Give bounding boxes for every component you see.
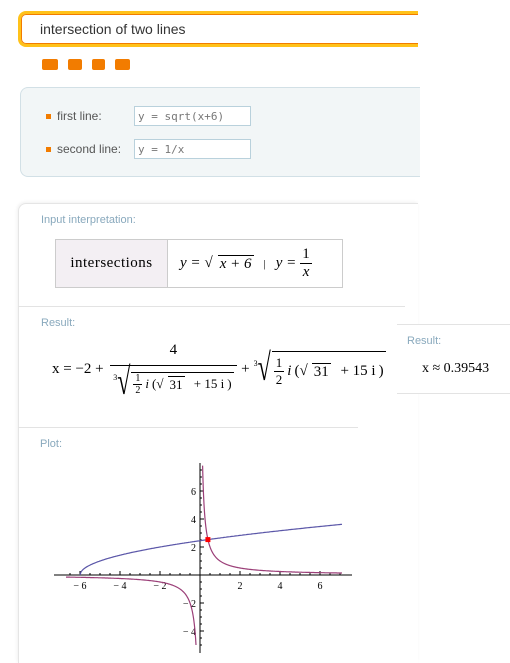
plot-svg: − 6− 4− 2 2 4 6642− 2− 4 (54, 463, 352, 653)
x-tick-label: 4 (278, 581, 283, 592)
x-tick-label: 2 (238, 581, 243, 592)
reciprocal-curve-right (202, 465, 342, 574)
x-tick-label: − 4 (113, 581, 126, 592)
y-tick-label: 6 (191, 487, 196, 498)
x-tick-label: − 6 (73, 581, 86, 592)
y-tick-label: 2 (191, 543, 196, 554)
intersection-point (205, 537, 211, 543)
y-tick-label: 4 (191, 515, 196, 526)
x-tick-label: 6 (318, 581, 323, 592)
y-tick-label: − 4 (183, 627, 196, 638)
